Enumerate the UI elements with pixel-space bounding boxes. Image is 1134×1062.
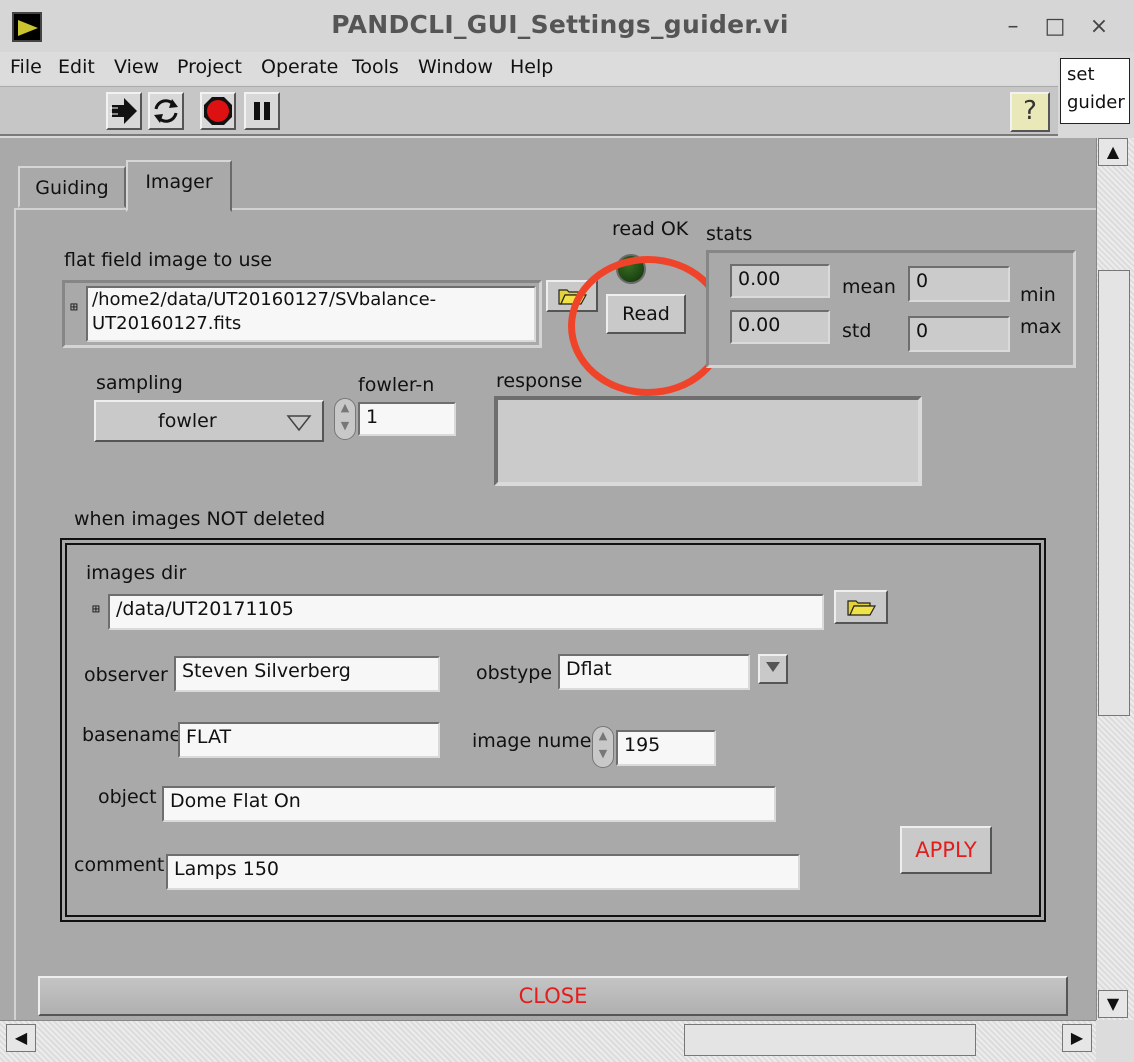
images-dir-label: images dir xyxy=(86,562,187,584)
obstype-label: obstype xyxy=(476,662,553,684)
menu-help[interactable]: Help xyxy=(510,56,553,78)
observer-label: observer xyxy=(84,664,168,686)
menu-window[interactable]: Window xyxy=(418,56,493,78)
scroll-left-button[interactable]: ◀ xyxy=(6,1024,36,1052)
pause-button[interactable] xyxy=(244,92,280,130)
vertical-scroll-thumb[interactable] xyxy=(1098,270,1130,716)
stats-mean-value: 0.00 xyxy=(730,264,830,298)
images-dir-browse-button[interactable] xyxy=(834,590,888,624)
basename-label: basename xyxy=(82,724,182,746)
fowler-n-stepper[interactable]: ▲ ▼ xyxy=(334,398,356,440)
fowler-n-input[interactable]: 1 xyxy=(358,402,456,436)
scroll-right-button[interactable]: ▶ xyxy=(1062,1024,1092,1052)
read-ok-label: read OK xyxy=(612,218,689,240)
path-type-icon-2: ⊞ xyxy=(92,602,100,617)
basename-input[interactable]: FLAT xyxy=(178,722,440,758)
folder-open-icon-2 xyxy=(847,600,877,616)
vi-icon-label-line1: set xyxy=(1067,64,1095,85)
maximize-button[interactable]: □ xyxy=(1040,12,1070,42)
menu-edit[interactable]: Edit xyxy=(58,56,95,78)
path-type-icon: ⊞ xyxy=(70,300,78,315)
sampling-label: sampling xyxy=(96,372,183,394)
sampling-value: fowler xyxy=(158,410,217,432)
stats-std-label: std xyxy=(842,320,872,342)
sampling-dropdown[interactable]: fowler xyxy=(94,400,324,442)
horizontal-scroll-thumb[interactable] xyxy=(684,1024,976,1056)
scroll-corner xyxy=(1096,1020,1134,1062)
stats-max-label: max xyxy=(1020,316,1062,338)
stats-std-value: 0.00 xyxy=(730,310,830,344)
run-button[interactable] xyxy=(106,92,142,130)
menu-file[interactable]: File xyxy=(10,56,42,78)
labview-app-icon xyxy=(12,12,42,42)
minimize-button[interactable]: – xyxy=(998,12,1028,42)
fowler-n-label: fowler-n xyxy=(358,374,435,396)
pause-icon xyxy=(254,102,270,120)
flat-field-label: flat field image to use xyxy=(64,249,273,271)
run-arrow-icon xyxy=(110,98,137,124)
object-input[interactable]: Dome Flat On xyxy=(162,786,776,822)
stats-min-value: 0 xyxy=(908,266,1010,302)
dropdown-arrow-icon xyxy=(286,415,312,432)
image-numer-stepper[interactable]: ▲ ▼ xyxy=(592,726,614,768)
images-section-title: when images NOT deleted xyxy=(74,508,326,530)
scroll-down-button[interactable]: ▼ xyxy=(1098,990,1128,1018)
flat-field-path-input[interactable]: /home2/data/UT20160127/SVbalance- UT2016… xyxy=(86,286,536,342)
highlight-annotation-ring xyxy=(568,256,728,396)
object-label: object xyxy=(98,786,157,808)
images-dir-input[interactable]: /data/UT20171105 xyxy=(108,594,824,630)
comment-label: comment xyxy=(74,854,165,876)
menu-view[interactable]: View xyxy=(114,56,159,78)
observer-input[interactable]: Steven Silverberg xyxy=(174,656,440,692)
menu-operate[interactable]: Operate xyxy=(261,56,338,78)
obstype-input[interactable]: Dflat xyxy=(558,654,750,690)
scroll-up-button[interactable]: ▲ xyxy=(1098,138,1128,166)
vi-icon-label: set guider xyxy=(1060,58,1130,124)
apply-button[interactable]: APPLY xyxy=(900,826,992,874)
menu-project[interactable]: Project xyxy=(177,56,242,78)
image-numer-label: image numer xyxy=(472,730,600,752)
run-continuously-button[interactable] xyxy=(148,92,184,130)
dropdown-arrow-icon-2 xyxy=(766,662,780,672)
stats-mean-label: mean xyxy=(842,276,896,298)
image-numer-input[interactable]: 195 xyxy=(616,730,716,766)
context-help-button[interactable]: ? xyxy=(1010,92,1050,132)
stats-label: stats xyxy=(706,223,753,245)
stats-min-label: min xyxy=(1020,284,1056,306)
run-continuously-icon xyxy=(154,99,178,123)
comment-input[interactable]: Lamps 150 xyxy=(166,854,800,890)
close-window-button[interactable]: × xyxy=(1084,12,1114,42)
response-label: response xyxy=(496,370,583,392)
response-display xyxy=(494,396,922,486)
vi-icon-label-line2: guider xyxy=(1067,92,1125,113)
flat-field-path-line2: UT20160127.fits xyxy=(92,313,242,334)
abort-icon xyxy=(204,97,232,125)
close-button[interactable]: CLOSE xyxy=(38,976,1068,1016)
stats-max-value: 0 xyxy=(908,316,1010,352)
window-title: PANDCLI_GUI_Settings_guider.vi xyxy=(331,10,789,39)
tab-guiding[interactable]: Guiding xyxy=(18,166,126,208)
tab-imager[interactable]: Imager xyxy=(126,160,232,212)
abort-button[interactable] xyxy=(200,92,236,130)
menu-tools[interactable]: Tools xyxy=(352,56,399,78)
obstype-dropdown-button[interactable] xyxy=(758,654,788,684)
flat-field-path-line1: /home2/data/UT20160127/SVbalance- xyxy=(92,289,437,310)
